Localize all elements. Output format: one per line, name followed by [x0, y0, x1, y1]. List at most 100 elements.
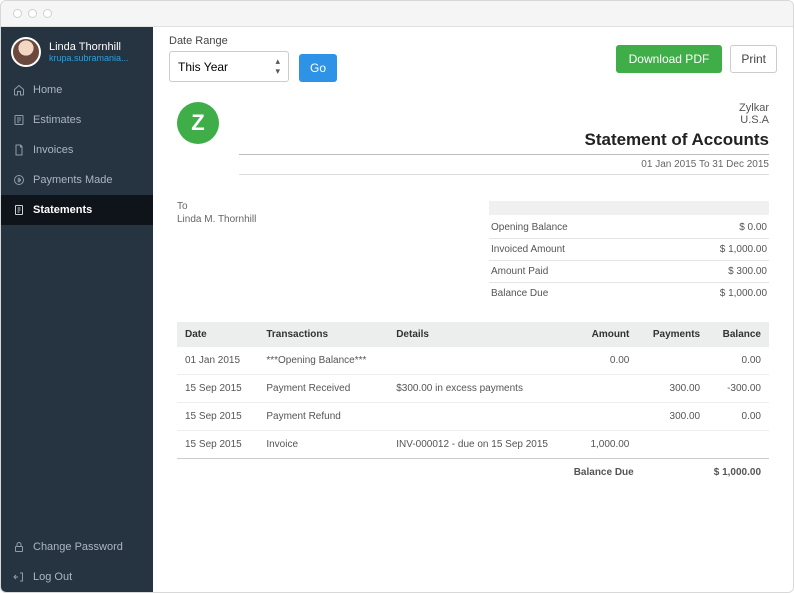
summary-header-bar [489, 201, 769, 215]
table-row: 01 Jan 2015***Opening Balance*** 0.00 0.00 [177, 347, 769, 375]
statement-title: Statement of Accounts [239, 130, 769, 155]
user-block[interactable]: Linda Thornhill krupa.subramania... [1, 27, 153, 75]
sidebar-item-label: Home [33, 84, 62, 96]
date-range-select[interactable]: This Year ▴▾ [169, 51, 289, 82]
go-button[interactable]: Go [299, 54, 337, 82]
date-range-label: Date Range [169, 35, 289, 47]
col-transactions: Transactions [258, 322, 388, 347]
sidebar-item-label: Estimates [33, 114, 81, 126]
cell-balance: 0.00 [708, 403, 769, 431]
summary-value: $ 1,000.00 [720, 244, 767, 255]
col-amount: Amount [576, 322, 637, 347]
cell-date: 15 Sep 2015 [177, 431, 258, 459]
cell-amount: 1,000.00 [576, 431, 637, 459]
main: Date Range This Year ▴▾ Go Download PDF … [153, 27, 793, 592]
statement-document: Z Zylkar U.S.A Statement of Accounts 01 … [153, 90, 793, 498]
balance-due-row: Balance Due $ 1,000.00 [177, 459, 769, 478]
titlebar [1, 1, 793, 27]
summary-value: $ 0.00 [739, 222, 767, 233]
sidebar-item-logout[interactable]: Log Out [1, 562, 153, 592]
cell-details: $300.00 in excess payments [388, 375, 576, 403]
cell-tx: Invoice [258, 431, 388, 459]
sidebar-item-statements[interactable]: Statements [1, 195, 153, 225]
cell-tx: Payment Received [258, 375, 388, 403]
sidebar-item-label: Change Password [33, 541, 123, 553]
window-dot [43, 9, 52, 18]
summary-row: Opening Balance $ 0.00 [489, 217, 769, 239]
download-pdf-button[interactable]: Download PDF [616, 45, 723, 73]
estimates-icon [13, 114, 25, 126]
col-balance: Balance [708, 322, 769, 347]
window-dot [28, 9, 37, 18]
user-name: Linda Thornhill [49, 41, 129, 53]
sidebar-item-change-password[interactable]: Change Password [1, 532, 153, 562]
table-row: 15 Sep 2015InvoiceINV-000012 - due on 15… [177, 431, 769, 459]
avatar [11, 37, 41, 67]
org-country: U.S.A [239, 114, 769, 126]
cell-date: 01 Jan 2015 [177, 347, 258, 375]
payments-icon [13, 174, 25, 186]
user-email: krupa.subramania... [49, 53, 129, 63]
summary-label: Opening Balance [491, 222, 568, 233]
cell-tx: Payment Refund [258, 403, 388, 431]
logout-icon [13, 571, 25, 583]
sidebar-item-payments-made[interactable]: Payments Made [1, 165, 153, 195]
cell-date: 15 Sep 2015 [177, 403, 258, 431]
sidebar-item-label: Payments Made [33, 174, 112, 186]
summary-row: Invoiced Amount $ 1,000.00 [489, 239, 769, 261]
summary-label: Amount Paid [491, 266, 548, 277]
sidebar-item-home[interactable]: Home [1, 75, 153, 105]
summary-value: $ 300.00 [728, 266, 767, 277]
to-block: To Linda M. Thornhill [177, 201, 256, 304]
summary-row: Amount Paid $ 300.00 [489, 261, 769, 283]
nav: Home Estimates Invoices Payments Made St… [1, 75, 153, 532]
to-name: Linda M. Thornhill [177, 214, 256, 225]
cell-details [388, 403, 576, 431]
transactions-table: Date Transactions Details Amount Payment… [177, 322, 769, 459]
statements-icon [13, 204, 25, 216]
org-block: Zylkar U.S.A [239, 102, 769, 126]
statement-date-range: 01 Jan 2015 To 31 Dec 2015 [239, 159, 769, 175]
summary-label: Invoiced Amount [491, 244, 565, 255]
to-label: To [177, 201, 256, 212]
cell-payments [637, 347, 708, 375]
balance-due-value: $ 1,000.00 [714, 467, 761, 478]
summary-value: $ 1,000.00 [720, 288, 767, 299]
cell-balance: -300.00 [708, 375, 769, 403]
table-row: 15 Sep 2015Payment Received$300.00 in ex… [177, 375, 769, 403]
cell-balance [708, 431, 769, 459]
cell-balance: 0.00 [708, 347, 769, 375]
cell-amount: 0.00 [576, 347, 637, 375]
summary-label: Balance Due [491, 288, 548, 299]
cell-amount [576, 403, 637, 431]
sidebar-item-label: Invoices [33, 144, 73, 156]
balance-due-label: Balance Due [574, 467, 634, 478]
nav-bottom: Change Password Log Out [1, 532, 153, 592]
lock-icon [13, 541, 25, 553]
print-button[interactable]: Print [730, 45, 777, 73]
cell-amount [576, 375, 637, 403]
toolbar: Date Range This Year ▴▾ Go Download PDF … [153, 27, 793, 90]
sidebar-item-estimates[interactable]: Estimates [1, 105, 153, 135]
cell-payments: 300.00 [637, 403, 708, 431]
sidebar-item-invoices[interactable]: Invoices [1, 135, 153, 165]
org-name: Zylkar [239, 102, 769, 114]
cell-payments [637, 431, 708, 459]
summary-block: Opening Balance $ 0.00 Invoiced Amount $… [489, 201, 769, 304]
cell-tx: ***Opening Balance*** [258, 347, 388, 375]
cell-details: INV-000012 - due on 15 Sep 2015 [388, 431, 576, 459]
date-range-value: This Year [178, 60, 228, 74]
sidebar: Linda Thornhill krupa.subramania... Home… [1, 27, 153, 592]
window-dot [13, 9, 22, 18]
summary-row: Balance Due $ 1,000.00 [489, 283, 769, 304]
cell-date: 15 Sep 2015 [177, 375, 258, 403]
sidebar-item-label: Log Out [33, 571, 72, 583]
cell-details [388, 347, 576, 375]
table-row: 15 Sep 2015Payment Refund 300.000.00 [177, 403, 769, 431]
col-payments: Payments [637, 322, 708, 347]
invoices-icon [13, 144, 25, 156]
app-window: Linda Thornhill krupa.subramania... Home… [0, 0, 794, 593]
sidebar-item-label: Statements [33, 204, 92, 216]
org-logo: Z [177, 102, 219, 144]
select-caret-icon: ▴▾ [275, 57, 280, 76]
